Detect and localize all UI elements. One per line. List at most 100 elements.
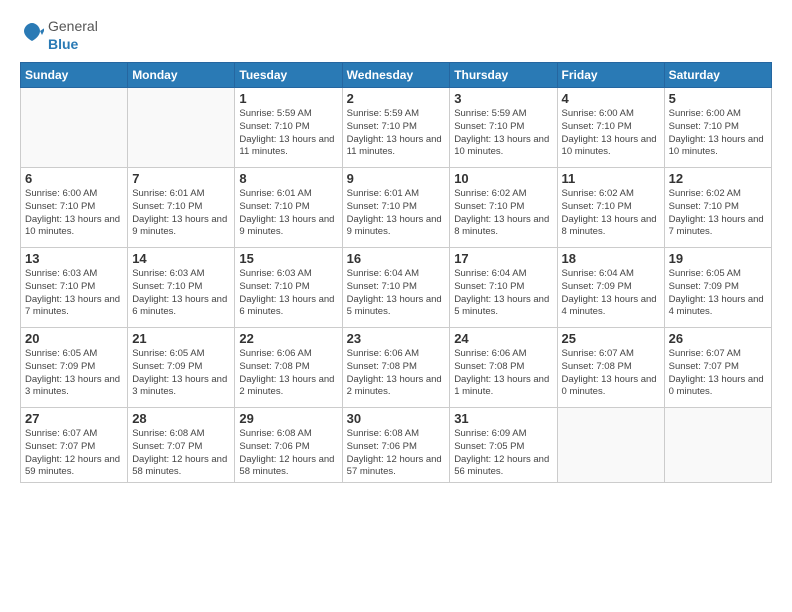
- calendar-cell: 5 Sunrise: 6:00 AM Sunset: 7:10 PM Daylig…: [664, 88, 771, 168]
- weekday-header-monday: Monday: [128, 63, 235, 88]
- day-number: 6: [25, 171, 123, 186]
- calendar-cell: 14 Sunrise: 6:03 AM Sunset: 7:10 PM Dayli…: [128, 248, 235, 328]
- calendar-cell: 17 Sunrise: 6:04 AM Sunset: 7:10 PM Dayli…: [450, 248, 557, 328]
- calendar-cell: 4 Sunrise: 6:00 AM Sunset: 7:10 PM Daylig…: [557, 88, 664, 168]
- calendar-cell: 10Sunrise: 6:02 AM Sunset: 7:10 PM Dayli…: [450, 168, 557, 248]
- day-info: Sunrise: 6:04 AM Sunset: 7:10 PM Dayligh…: [454, 268, 552, 319]
- day-number: 20: [25, 331, 123, 346]
- day-number: 13: [25, 251, 123, 266]
- header: General Blue: [20, 18, 772, 54]
- day-number: 14: [132, 251, 230, 266]
- calendar-cell: 21Sunrise: 6:05 AM Sunset: 7:09 PM Dayli…: [128, 328, 235, 408]
- logo-general: General: [48, 18, 98, 34]
- day-number: 16: [347, 251, 446, 266]
- day-info: Sunrise: 6:03 AM Sunset: 7:10 PM Dayligh…: [25, 268, 123, 319]
- weekday-header-sunday: Sunday: [21, 63, 128, 88]
- calendar-cell: 15 Sunrise: 6:03 AM Sunset: 7:10 PM Dayli…: [235, 248, 342, 328]
- calendar-cell: [21, 88, 128, 168]
- day-number: 22: [239, 331, 337, 346]
- day-info: Sunrise: 6:06 AM Sunset: 7:08 PM Dayligh…: [239, 348, 337, 399]
- week-row-1: 6 Sunrise: 6:00 AM Sunset: 7:10 PM Daylig…: [21, 168, 772, 248]
- day-info: Sunrise: 6:04 AM Sunset: 7:09 PM Dayligh…: [562, 268, 660, 319]
- calendar-cell: 25 Sunrise: 6:07 AM Sunset: 7:08 PM Dayli…: [557, 328, 664, 408]
- calendar-cell: [128, 88, 235, 168]
- calendar-cell: 27Sunrise: 6:07 AM Sunset: 7:07 PM Dayli…: [21, 408, 128, 483]
- calendar-cell: 20Sunrise: 6:05 AM Sunset: 7:09 PM Dayli…: [21, 328, 128, 408]
- weekday-header-friday: Friday: [557, 63, 664, 88]
- day-number: 9: [347, 171, 446, 186]
- calendar-cell: 23Sunrise: 6:06 AM Sunset: 7:08 PM Dayli…: [342, 328, 450, 408]
- day-number: 3: [454, 91, 552, 106]
- calendar-cell: 7 Sunrise: 6:01 AM Sunset: 7:10 PM Daylig…: [128, 168, 235, 248]
- logo: General Blue: [20, 18, 98, 54]
- week-row-3: 20Sunrise: 6:05 AM Sunset: 7:09 PM Dayli…: [21, 328, 772, 408]
- day-info: Sunrise: 6:08 AM Sunset: 7:06 PM Dayligh…: [347, 428, 446, 479]
- calendar-cell: [557, 408, 664, 483]
- day-info: Sunrise: 6:02 AM Sunset: 7:10 PM Dayligh…: [562, 188, 660, 239]
- day-number: 23: [347, 331, 446, 346]
- day-number: 25: [562, 331, 660, 346]
- weekday-header-tuesday: Tuesday: [235, 63, 342, 88]
- day-number: 11: [562, 171, 660, 186]
- calendar-cell: 28 Sunrise: 6:08 AM Sunset: 7:07 PM Dayli…: [128, 408, 235, 483]
- calendar-cell: 19Sunrise: 6:05 AM Sunset: 7:09 PM Dayli…: [664, 248, 771, 328]
- calendar-cell: 29 Sunrise: 6:08 AM Sunset: 7:06 PM Dayli…: [235, 408, 342, 483]
- day-info: Sunrise: 6:01 AM Sunset: 7:10 PM Dayligh…: [347, 188, 446, 239]
- calendar-cell: 26Sunrise: 6:07 AM Sunset: 7:07 PM Dayli…: [664, 328, 771, 408]
- logo-blue: Blue: [48, 36, 78, 52]
- calendar-cell: 18 Sunrise: 6:04 AM Sunset: 7:09 PM Dayli…: [557, 248, 664, 328]
- day-info: Sunrise: 6:03 AM Sunset: 7:10 PM Dayligh…: [239, 268, 337, 319]
- day-number: 21: [132, 331, 230, 346]
- day-info: Sunrise: 6:07 AM Sunset: 7:07 PM Dayligh…: [25, 428, 123, 479]
- calendar-table: SundayMondayTuesdayWednesdayThursdayFrid…: [20, 62, 772, 483]
- day-number: 4: [562, 91, 660, 106]
- day-number: 24: [454, 331, 552, 346]
- day-number: 15: [239, 251, 337, 266]
- weekday-header-wednesday: Wednesday: [342, 63, 450, 88]
- calendar-cell: [664, 408, 771, 483]
- day-number: 18: [562, 251, 660, 266]
- week-row-2: 13 Sunrise: 6:03 AM Sunset: 7:10 PM Dayli…: [21, 248, 772, 328]
- day-info: Sunrise: 6:07 AM Sunset: 7:08 PM Dayligh…: [562, 348, 660, 399]
- day-info: Sunrise: 6:00 AM Sunset: 7:10 PM Dayligh…: [25, 188, 123, 239]
- day-info: Sunrise: 5:59 AM Sunset: 7:10 PM Dayligh…: [239, 108, 337, 159]
- day-info: Sunrise: 6:08 AM Sunset: 7:07 PM Dayligh…: [132, 428, 230, 479]
- day-info: Sunrise: 5:59 AM Sunset: 7:10 PM Dayligh…: [454, 108, 552, 159]
- day-number: 10: [454, 171, 552, 186]
- day-info: Sunrise: 6:04 AM Sunset: 7:10 PM Dayligh…: [347, 268, 446, 319]
- weekday-header-saturday: Saturday: [664, 63, 771, 88]
- day-number: 17: [454, 251, 552, 266]
- day-number: 28: [132, 411, 230, 426]
- day-number: 31: [454, 411, 552, 426]
- day-info: Sunrise: 6:07 AM Sunset: 7:07 PM Dayligh…: [669, 348, 767, 399]
- day-info: Sunrise: 6:01 AM Sunset: 7:10 PM Dayligh…: [239, 188, 337, 239]
- day-info: Sunrise: 6:08 AM Sunset: 7:06 PM Dayligh…: [239, 428, 337, 479]
- day-info: Sunrise: 6:03 AM Sunset: 7:10 PM Dayligh…: [132, 268, 230, 319]
- day-info: Sunrise: 6:00 AM Sunset: 7:10 PM Dayligh…: [562, 108, 660, 159]
- day-number: 7: [132, 171, 230, 186]
- day-info: Sunrise: 6:00 AM Sunset: 7:10 PM Dayligh…: [669, 108, 767, 159]
- week-row-4: 27Sunrise: 6:07 AM Sunset: 7:07 PM Dayli…: [21, 408, 772, 483]
- calendar-cell: 22 Sunrise: 6:06 AM Sunset: 7:08 PM Dayli…: [235, 328, 342, 408]
- calendar-cell: 16 Sunrise: 6:04 AM Sunset: 7:10 PM Dayli…: [342, 248, 450, 328]
- day-number: 1: [239, 91, 337, 106]
- day-info: Sunrise: 6:01 AM Sunset: 7:10 PM Dayligh…: [132, 188, 230, 239]
- day-number: 2: [347, 91, 446, 106]
- day-number: 29: [239, 411, 337, 426]
- weekday-header-row: SundayMondayTuesdayWednesdayThursdayFrid…: [21, 63, 772, 88]
- page: General Blue SundayMondayTuesdayWednesda…: [0, 0, 792, 612]
- day-info: Sunrise: 6:06 AM Sunset: 7:08 PM Dayligh…: [454, 348, 552, 399]
- day-number: 12: [669, 171, 767, 186]
- calendar-cell: 24 Sunrise: 6:06 AM Sunset: 7:08 PM Dayli…: [450, 328, 557, 408]
- logo-text-group: General Blue: [48, 18, 98, 54]
- calendar-cell: 3 Sunrise: 5:59 AM Sunset: 7:10 PM Daylig…: [450, 88, 557, 168]
- calendar-cell: 31Sunrise: 6:09 AM Sunset: 7:05 PM Dayli…: [450, 408, 557, 483]
- day-number: 5: [669, 91, 767, 106]
- calendar-cell: 8 Sunrise: 6:01 AM Sunset: 7:10 PM Daylig…: [235, 168, 342, 248]
- day-number: 8: [239, 171, 337, 186]
- day-info: Sunrise: 6:02 AM Sunset: 7:10 PM Dayligh…: [669, 188, 767, 239]
- week-row-0: 1 Sunrise: 5:59 AM Sunset: 7:10 PM Daylig…: [21, 88, 772, 168]
- calendar-cell: 11 Sunrise: 6:02 AM Sunset: 7:10 PM Dayli…: [557, 168, 664, 248]
- calendar-cell: 13 Sunrise: 6:03 AM Sunset: 7:10 PM Dayli…: [21, 248, 128, 328]
- day-number: 19: [669, 251, 767, 266]
